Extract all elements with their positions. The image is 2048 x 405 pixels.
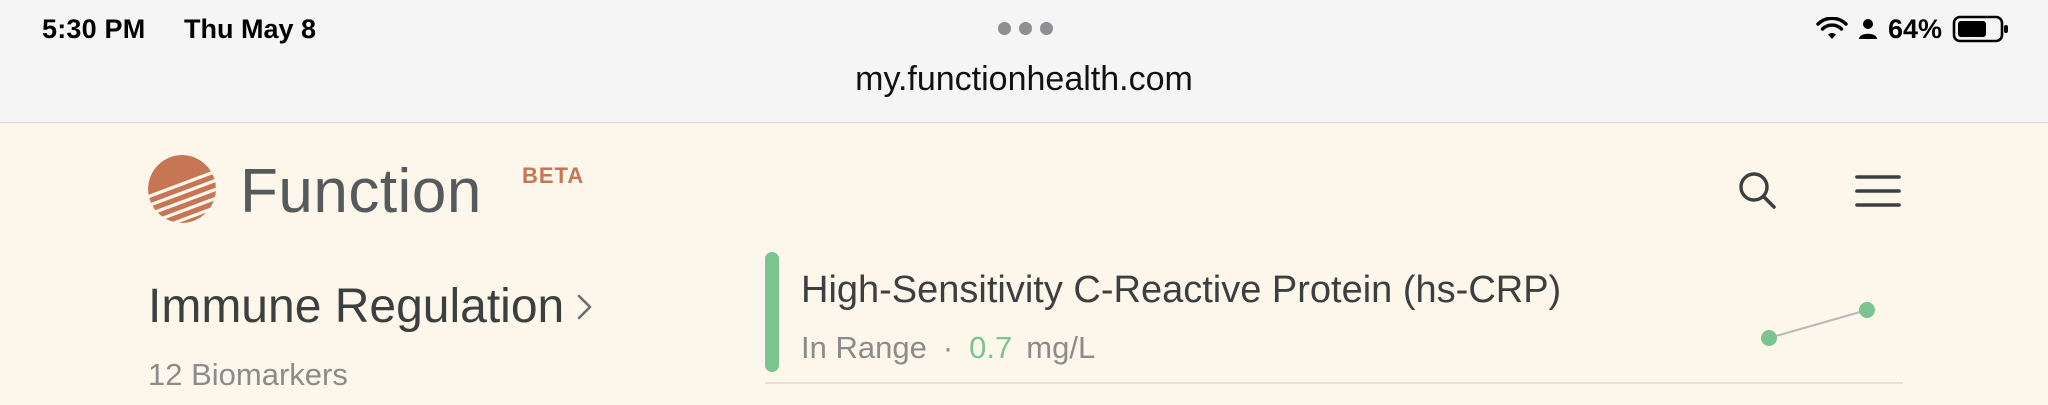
search-icon [1739,172,1776,209]
chevron-right-icon [577,294,592,320]
status-indicators: 64% [1816,12,2010,46]
person-icon [1858,19,1877,39]
meta-separator: · [942,330,954,365]
trend-point-2 [1859,302,1875,318]
search-button[interactable] [1732,165,1784,217]
biomarker-value: 0.7 [969,330,1013,365]
in-range-indicator-bar [765,252,779,372]
status-date: Thu May 8 [184,14,317,44]
category-title-text: Immune Regulation [148,280,565,333]
status-time: 5:30 PM [42,14,146,44]
hamburger-menu-icon [1855,175,1901,207]
biomarker-meta: In Range · 0.7 mg/L [801,330,1095,366]
page-content: Function BETA Immune Regulation 12 Bioma… [0,123,2048,405]
beta-badge: BETA [522,163,585,188]
battery-percent: 64% [1887,13,1942,44]
url-text[interactable]: my.functionhealth.com [0,60,2048,98]
biomarker-trend-sparkline [1761,302,1875,346]
biomarker-name: High-Sensitivity C-Reactive Protein (hs-… [801,269,1562,311]
battery-icon [1952,15,2008,43]
category-title[interactable]: Immune Regulation [148,279,594,335]
biomarker-row[interactable]: High-Sensitivity C-Reactive Protein (hs-… [765,252,1903,384]
menu-button[interactable] [1852,165,1904,217]
function-logo-icon[interactable] [146,153,218,225]
brand-name[interactable]: Function [240,156,482,228]
biomarker-status: In Range [801,330,927,365]
status-bar: 5:30 PM Thu May 8 64% [0,0,2048,60]
browser-address-bar[interactable]: my.functionhealth.com [0,60,2048,123]
trend-line [1768,309,1868,339]
biomarker-unit: mg/L [1026,330,1096,365]
wifi-icon [1816,17,1848,39]
multitasking-dots-icon[interactable] [998,22,1053,35]
biomarker-count: 12 Biomarkers [148,357,348,392]
trend-point-1 [1761,330,1777,346]
